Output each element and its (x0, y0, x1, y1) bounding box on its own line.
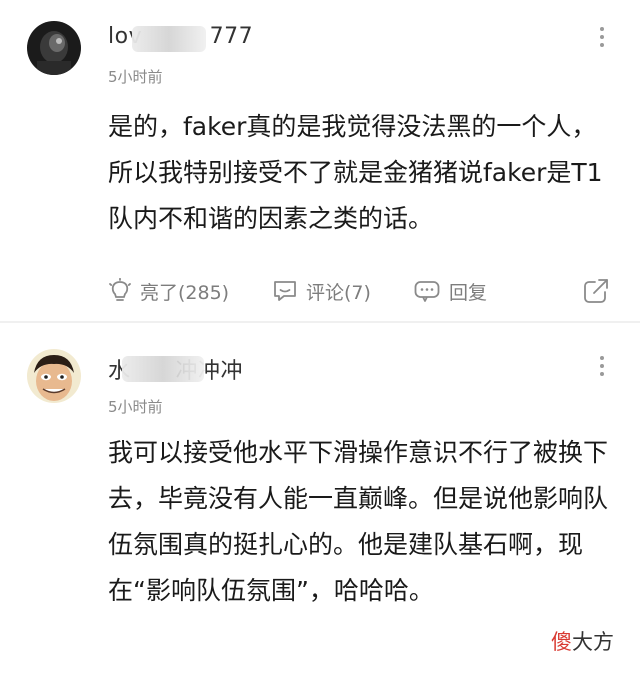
like-label: 亮了(285) (140, 281, 230, 304)
timestamp: 5小时前 (108, 68, 163, 86)
username-blur (132, 26, 206, 52)
like-button[interactable]: 亮了(285) (108, 273, 229, 309)
share-button[interactable] (582, 273, 610, 309)
comment-actions: 亮了(285) 评论(7) 回复 (108, 273, 618, 309)
lightbulb-icon (109, 278, 131, 301)
comment-label: 评论(7) (306, 281, 371, 304)
comment-text: 我可以接受他水平下滑操作意识不行了被换下去，毕竟没有人能一直巅峰。但是说他影响队… (108, 438, 609, 605)
more-icon[interactable] (595, 356, 609, 376)
comment-item: lov 777 5小时前 是的，faker真的是我觉得没法黑的一个人，所以我特别… (0, 0, 640, 322)
reply-button[interactable]: 回复 (413, 273, 487, 309)
share-icon (584, 279, 608, 303)
reply-label: 回复 (449, 281, 488, 304)
comment-button[interactable]: 评论(7) (272, 273, 371, 309)
comment-text: 是的，faker真的是我觉得没法黑的一个人，所以我特别接受不了就是金猪猪说fak… (108, 112, 603, 233)
comment-item: 水 冲冲冲 5小时前 我可以接受他水平下滑操作意识不行了被换下去，毕竟没有人能一… (0, 322, 640, 677)
username-blur (122, 356, 204, 382)
comment-bubble-icon (274, 281, 296, 301)
avatar[interactable] (27, 21, 81, 75)
timestamp: 5小时前 (108, 398, 163, 416)
watermark-logo: 傻大方 (551, 630, 614, 654)
reply-bubble-icon (414, 281, 440, 302)
more-icon[interactable] (595, 27, 609, 47)
avatar[interactable] (27, 349, 81, 403)
